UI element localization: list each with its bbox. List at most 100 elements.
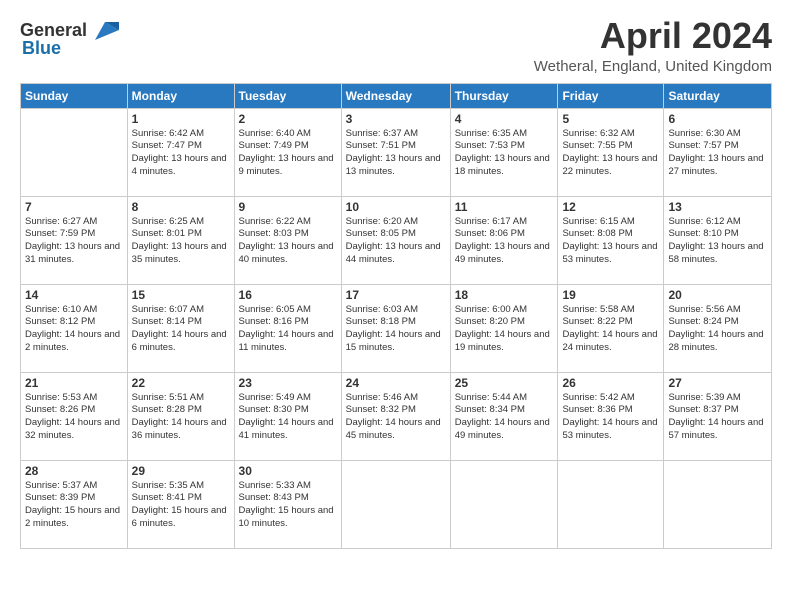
month-title: April 2024 bbox=[534, 16, 772, 56]
col-friday: Friday bbox=[558, 83, 664, 108]
day-info: Sunrise: 6:40 AMSunset: 7:49 PMDaylight:… bbox=[239, 128, 337, 179]
page: General Blue April 2024 Wetheral, Englan… bbox=[0, 0, 792, 612]
day-info: Sunrise: 5:35 AMSunset: 8:41 PMDaylight:… bbox=[132, 480, 230, 531]
day-info: Sunrise: 5:53 AMSunset: 8:26 PMDaylight:… bbox=[25, 392, 123, 443]
table-row: 21 Sunrise: 5:53 AMSunset: 8:26 PMDayligh… bbox=[21, 372, 128, 460]
title-block: April 2024 Wetheral, England, United Kin… bbox=[534, 16, 772, 75]
col-tuesday: Tuesday bbox=[234, 83, 341, 108]
day-info: Sunrise: 5:42 AMSunset: 8:36 PMDaylight:… bbox=[562, 392, 659, 443]
day-number: 11 bbox=[455, 200, 554, 214]
day-info: Sunrise: 5:46 AMSunset: 8:32 PMDaylight:… bbox=[346, 392, 446, 443]
table-row: 20Sunrise: 5:56 AMSunset: 8:24 PMDayligh… bbox=[664, 284, 772, 372]
day-info: Sunrise: 5:39 AMSunset: 8:37 PMDaylight:… bbox=[668, 392, 767, 443]
day-number: 1 bbox=[132, 112, 230, 126]
day-number: 13 bbox=[668, 200, 767, 214]
table-row: 28Sunrise: 5:37 AMSunset: 8:39 PMDayligh… bbox=[21, 460, 128, 548]
day-info: Sunrise: 5:37 AMSunset: 8:39 PMDaylight:… bbox=[25, 480, 123, 531]
day-info: Sunrise: 6:42 AMSunset: 7:47 PMDaylight:… bbox=[132, 128, 230, 179]
day-number: 27 bbox=[668, 376, 767, 390]
day-number: 21 bbox=[25, 376, 123, 390]
day-info: Sunrise: 5:44 AMSunset: 8:34 PMDaylight:… bbox=[455, 392, 554, 443]
table-row: 1 Sunrise: 6:42 AMSunset: 7:47 PMDaylight… bbox=[127, 108, 234, 196]
table-row: 30Sunrise: 5:33 AMSunset: 8:43 PMDayligh… bbox=[234, 460, 341, 548]
col-thursday: Thursday bbox=[450, 83, 558, 108]
day-number: 15 bbox=[132, 288, 230, 302]
day-number: 10 bbox=[346, 200, 446, 214]
table-row: 23 Sunrise: 5:49 AMSunset: 8:30 PMDayligh… bbox=[234, 372, 341, 460]
day-number: 29 bbox=[132, 464, 230, 478]
day-number: 23 bbox=[239, 376, 337, 390]
day-info: Sunrise: 6:12 AMSunset: 8:10 PMDaylight:… bbox=[668, 216, 767, 267]
day-number: 2 bbox=[239, 112, 337, 126]
day-info: Sunrise: 5:51 AMSunset: 8:28 PMDaylight:… bbox=[132, 392, 230, 443]
table-row: 11Sunrise: 6:17 AMSunset: 8:06 PMDayligh… bbox=[450, 196, 558, 284]
table-row: 3 Sunrise: 6:37 AMSunset: 7:51 PMDaylight… bbox=[341, 108, 450, 196]
day-info: Sunrise: 6:27 AMSunset: 7:59 PMDaylight:… bbox=[25, 216, 123, 267]
day-number: 25 bbox=[455, 376, 554, 390]
calendar-week-row: 14Sunrise: 6:10 AMSunset: 8:12 PMDayligh… bbox=[21, 284, 772, 372]
day-number: 8 bbox=[132, 200, 230, 214]
table-row: 7 Sunrise: 6:27 AMSunset: 7:59 PMDaylight… bbox=[21, 196, 128, 284]
col-sunday: Sunday bbox=[21, 83, 128, 108]
day-info: Sunrise: 5:49 AMSunset: 8:30 PMDaylight:… bbox=[239, 392, 337, 443]
col-saturday: Saturday bbox=[664, 83, 772, 108]
calendar-week-row: 1 Sunrise: 6:42 AMSunset: 7:47 PMDaylight… bbox=[21, 108, 772, 196]
day-info: Sunrise: 6:05 AMSunset: 8:16 PMDaylight:… bbox=[239, 304, 337, 355]
col-wednesday: Wednesday bbox=[341, 83, 450, 108]
calendar-table: Sunday Monday Tuesday Wednesday Thursday… bbox=[20, 83, 772, 549]
day-number: 22 bbox=[132, 376, 230, 390]
day-number: 12 bbox=[562, 200, 659, 214]
table-row: 6Sunrise: 6:30 AMSunset: 7:57 PMDaylight… bbox=[664, 108, 772, 196]
day-number: 17 bbox=[346, 288, 446, 302]
table-row: 16 Sunrise: 6:05 AMSunset: 8:16 PMDayligh… bbox=[234, 284, 341, 372]
day-info: Sunrise: 6:37 AMSunset: 7:51 PMDaylight:… bbox=[346, 128, 446, 179]
calendar-week-row: 7 Sunrise: 6:27 AMSunset: 7:59 PMDaylight… bbox=[21, 196, 772, 284]
table-row: 14Sunrise: 6:10 AMSunset: 8:12 PMDayligh… bbox=[21, 284, 128, 372]
col-monday: Monday bbox=[127, 83, 234, 108]
day-info: Sunrise: 6:07 AMSunset: 8:14 PMDaylight:… bbox=[132, 304, 230, 355]
day-number: 6 bbox=[668, 112, 767, 126]
day-info: Sunrise: 6:20 AMSunset: 8:05 PMDaylight:… bbox=[346, 216, 446, 267]
table-row: 5 Sunrise: 6:32 AMSunset: 7:55 PMDaylight… bbox=[558, 108, 664, 196]
day-number: 26 bbox=[562, 376, 659, 390]
day-number: 14 bbox=[25, 288, 123, 302]
day-number: 16 bbox=[239, 288, 337, 302]
calendar-header-row: Sunday Monday Tuesday Wednesday Thursday… bbox=[21, 83, 772, 108]
day-number: 18 bbox=[455, 288, 554, 302]
table-row: 18 Sunrise: 6:00 AMSunset: 8:20 PMDayligh… bbox=[450, 284, 558, 372]
table-row bbox=[450, 460, 558, 548]
day-info: Sunrise: 5:58 AMSunset: 8:22 PMDaylight:… bbox=[562, 304, 659, 355]
day-info: Sunrise: 5:33 AMSunset: 8:43 PMDaylight:… bbox=[239, 480, 337, 531]
day-info: Sunrise: 6:03 AMSunset: 8:18 PMDaylight:… bbox=[346, 304, 446, 355]
day-info: Sunrise: 6:22 AMSunset: 8:03 PMDaylight:… bbox=[239, 216, 337, 267]
table-row: 26 Sunrise: 5:42 AMSunset: 8:36 PMDayligh… bbox=[558, 372, 664, 460]
table-row: 2 Sunrise: 6:40 AMSunset: 7:49 PMDaylight… bbox=[234, 108, 341, 196]
day-number: 7 bbox=[25, 200, 123, 214]
day-info: Sunrise: 6:15 AMSunset: 8:08 PMDaylight:… bbox=[562, 216, 659, 267]
table-row: 25 Sunrise: 5:44 AMSunset: 8:34 PMDayligh… bbox=[450, 372, 558, 460]
table-row: 8 Sunrise: 6:25 AMSunset: 8:01 PMDaylight… bbox=[127, 196, 234, 284]
day-info: Sunrise: 6:00 AMSunset: 8:20 PMDaylight:… bbox=[455, 304, 554, 355]
table-row bbox=[21, 108, 128, 196]
table-row: 29 Sunrise: 5:35 AMSunset: 8:41 PMDayligh… bbox=[127, 460, 234, 548]
day-info: Sunrise: 6:25 AMSunset: 8:01 PMDaylight:… bbox=[132, 216, 230, 267]
day-number: 3 bbox=[346, 112, 446, 126]
day-number: 4 bbox=[455, 112, 554, 126]
table-row bbox=[341, 460, 450, 548]
table-row: 4 Sunrise: 6:35 AMSunset: 7:53 PMDaylight… bbox=[450, 108, 558, 196]
table-row: 24Sunrise: 5:46 AMSunset: 8:32 PMDayligh… bbox=[341, 372, 450, 460]
logo-icon bbox=[91, 16, 119, 44]
table-row: 27 Sunrise: 5:39 AMSunset: 8:37 PMDayligh… bbox=[664, 372, 772, 460]
logo-blue-text: Blue bbox=[22, 38, 61, 59]
logo: General Blue bbox=[20, 16, 119, 59]
day-info: Sunrise: 6:35 AMSunset: 7:53 PMDaylight:… bbox=[455, 128, 554, 179]
day-number: 19 bbox=[562, 288, 659, 302]
calendar-week-row: 21 Sunrise: 5:53 AMSunset: 8:26 PMDayligh… bbox=[21, 372, 772, 460]
table-row: 13 Sunrise: 6:12 AMSunset: 8:10 PMDayligh… bbox=[664, 196, 772, 284]
day-info: Sunrise: 6:32 AMSunset: 7:55 PMDaylight:… bbox=[562, 128, 659, 179]
day-number: 9 bbox=[239, 200, 337, 214]
header: General Blue April 2024 Wetheral, Englan… bbox=[20, 16, 772, 75]
table-row bbox=[664, 460, 772, 548]
table-row: 15 Sunrise: 6:07 AMSunset: 8:14 PMDayligh… bbox=[127, 284, 234, 372]
day-number: 5 bbox=[562, 112, 659, 126]
